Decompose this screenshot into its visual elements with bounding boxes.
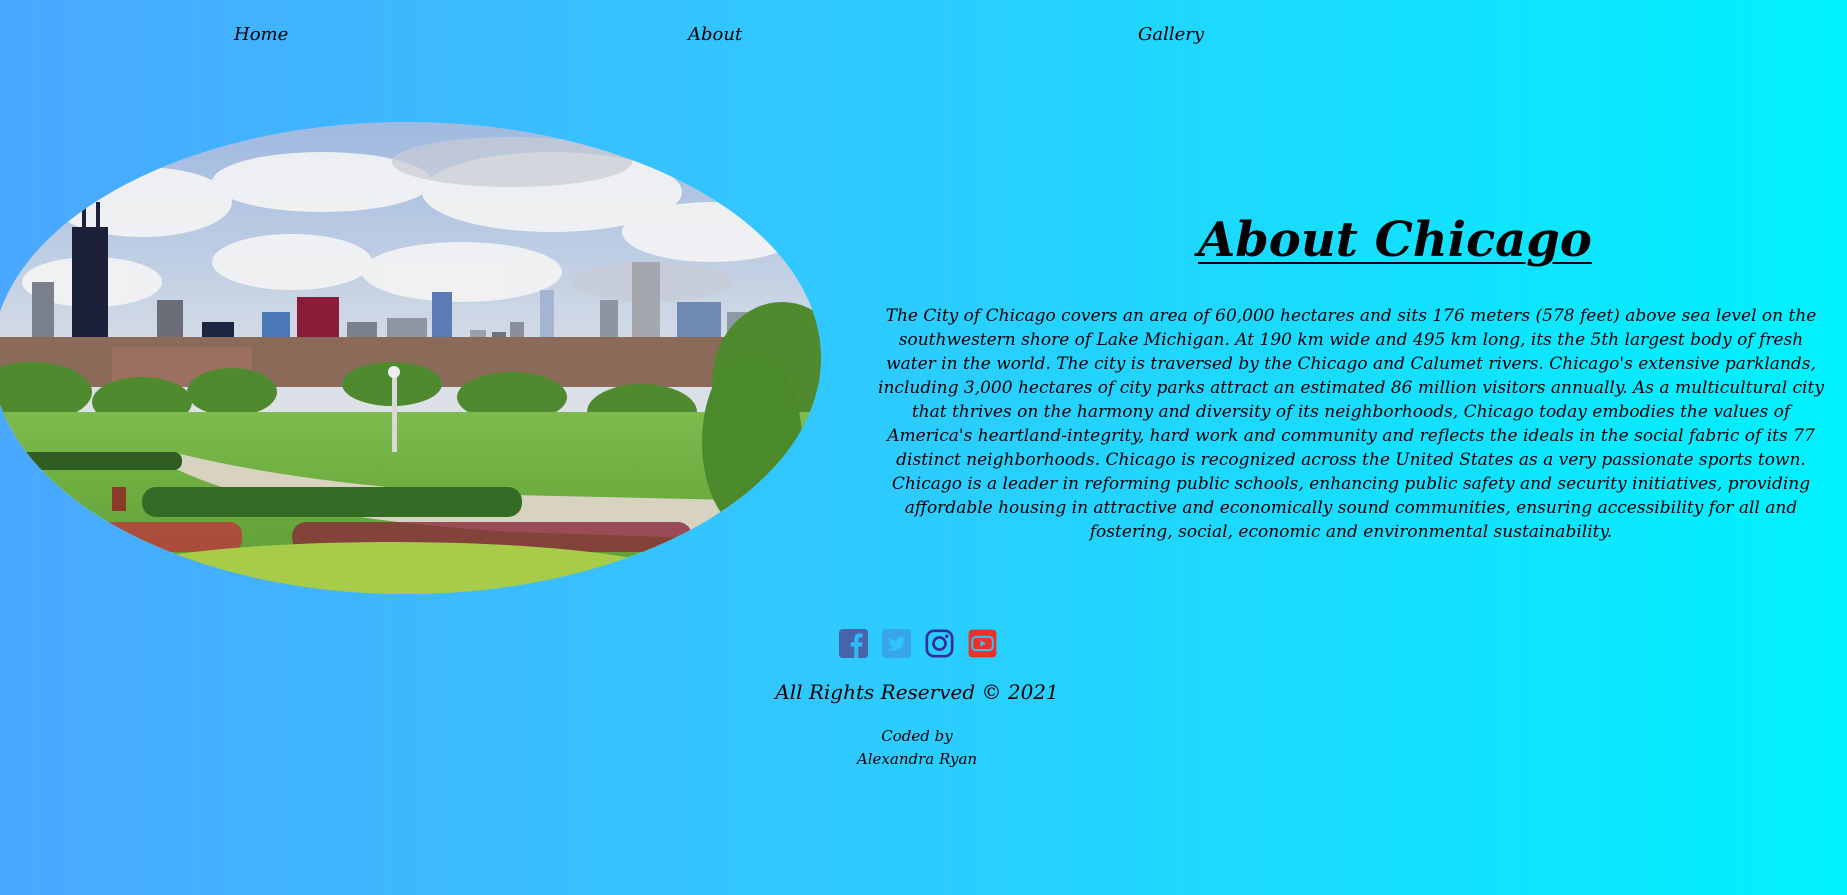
author-name: Alexandra Ryan bbox=[856, 750, 978, 768]
youtube-icon[interactable] bbox=[968, 629, 997, 658]
skyline-photo-illustration bbox=[0, 122, 821, 594]
facebook-icon[interactable] bbox=[839, 629, 868, 658]
nav-home-link[interactable]: Home bbox=[234, 24, 288, 45]
chicago-skyline-image bbox=[0, 122, 821, 594]
social-links bbox=[839, 629, 997, 658]
credits: Coded by Alexandra Ryan bbox=[0, 725, 1834, 771]
nav-gallery-link[interactable]: Gallery bbox=[1138, 24, 1204, 45]
about-paragraph: The City of Chicago covers an area of 60… bbox=[878, 306, 1824, 542]
nav-about-link[interactable]: About bbox=[688, 24, 742, 45]
instagram-icon[interactable] bbox=[925, 629, 954, 658]
top-nav: Home About Gallery bbox=[0, 24, 1847, 48]
about-title: About Chicago bbox=[1198, 212, 1592, 268]
coded-by-label: Coded by bbox=[881, 727, 953, 745]
copyright-text: All Rights Reserved © 2021 bbox=[775, 680, 1059, 704]
twitter-icon[interactable] bbox=[882, 629, 911, 658]
